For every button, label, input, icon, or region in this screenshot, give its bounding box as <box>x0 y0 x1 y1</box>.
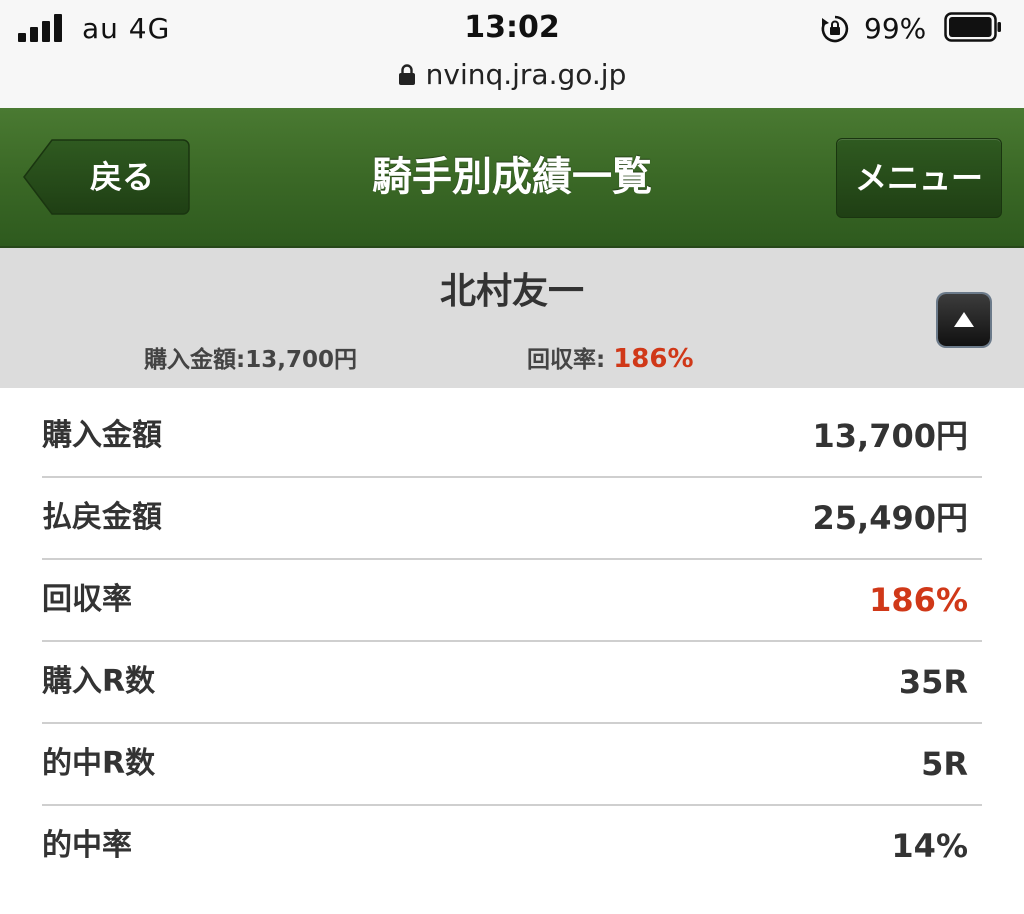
jockey-name: 北村友一 <box>439 271 584 312</box>
url-text: nvinq.jra.go.jp <box>425 58 627 91</box>
summary-return-rate-label: 回収率: <box>527 347 606 373</box>
nav-header: 戻る 騎手別成績一覧 メニュー <box>0 108 1024 248</box>
row-label: 的中R数 <box>42 746 156 781</box>
row-value: 13,700円 <box>812 417 969 455</box>
table-row: 払戻金額 25,490円 <box>42 478 982 560</box>
row-label: 購入金額 <box>42 418 162 453</box>
triangle-up-icon <box>954 312 974 327</box>
back-button[interactable]: 戻る <box>22 138 190 216</box>
table-row: 購入R数 35R <box>42 642 982 724</box>
row-value: 25,490円 <box>812 499 969 537</box>
address-bar[interactable]: nvinq.jra.go.jp <box>0 58 1024 91</box>
table-row: 回収率 186% <box>42 560 982 642</box>
row-label: 購入R数 <box>42 664 156 699</box>
table-row: 購入金額 13,700円 <box>42 396 982 478</box>
row-value: 14% <box>891 827 968 865</box>
collapse-button[interactable] <box>938 294 990 346</box>
row-value: 35R <box>898 663 968 701</box>
row-value: 5R <box>921 745 968 783</box>
row-label: 回収率 <box>42 582 132 617</box>
padlock-icon <box>398 64 415 85</box>
summary-purchase-amount: 購入金額:13,700円 <box>144 347 357 373</box>
rotation-lock-icon <box>821 15 849 43</box>
summary-return-rate-value: 186% <box>613 344 694 374</box>
summary-return-rate: 回収率: 186% <box>527 340 694 374</box>
results-table: 購入金額 13,700円 払戻金額 25,490円 回収率 186% 購入R数 … <box>42 396 982 886</box>
battery-percent: 99% <box>864 12 927 45</box>
table-row: 的中率 14% <box>42 806 982 886</box>
table-row: 的中R数 5R <box>42 724 982 806</box>
row-value: 186% <box>869 581 968 619</box>
row-label: 的中率 <box>42 828 132 863</box>
row-label: 払戻金額 <box>42 500 162 535</box>
back-button-label: 戻る <box>89 158 154 196</box>
battery-icon <box>944 12 1001 42</box>
jockey-summary: 北村友一 購入金額:13,700円 回収率: 186% <box>0 248 1024 388</box>
status-bar: au 4G 13:02 99% nvinq.jra.go.jp <box>0 0 1024 108</box>
menu-button[interactable]: メニュー <box>836 138 1002 218</box>
page-title: 騎手別成績一覧 <box>372 154 652 200</box>
